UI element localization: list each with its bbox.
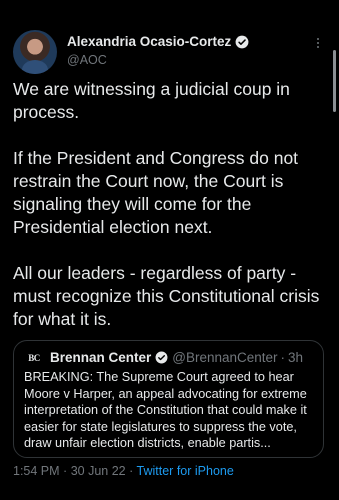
tweet-body: We are witnessing a judicial coup in pro…	[13, 78, 321, 354]
quoted-author-name: Brennan Center	[50, 350, 152, 365]
quoted-timestamp: 3h	[288, 350, 304, 365]
tweet-paragraph: If the President and Congress do not res…	[13, 148, 299, 237]
brennan-center-logo: BC	[28, 352, 40, 363]
tweet-time[interactable]: 1:54 PM	[13, 464, 60, 478]
separator-dot: ·	[280, 350, 286, 365]
tweet-date[interactable]: 30 Jun 22	[71, 464, 126, 478]
verified-badge-icon	[235, 35, 249, 48]
more-options-icon[interactable]	[317, 38, 321, 48]
tweet-paragraph: We are witnessing a judicial coup in pro…	[13, 79, 290, 122]
avatar[interactable]	[13, 30, 57, 74]
tweet-paragraph: All our leaders - regardless of party - …	[13, 263, 320, 329]
author-name[interactable]: Alexandria Ocasio-Cortez	[67, 34, 231, 49]
quoted-author-handle: @BrennanCenter	[172, 350, 278, 365]
tweet-meta: 1:54 PM · 30 Jun 22 · Twitter for iPhone	[13, 464, 234, 478]
tweet-header: Alexandria Ocasio-Cortez @AOC	[13, 30, 329, 74]
verified-badge-icon	[155, 351, 168, 364]
quoted-tweet[interactable]: BC Brennan Center @BrennanCenter · 3h BR…	[13, 340, 324, 458]
scrollbar[interactable]	[333, 50, 336, 112]
avatar-figure	[22, 60, 48, 74]
author-name-line[interactable]: Alexandria Ocasio-Cortez	[67, 34, 249, 49]
quoted-text: BREAKING: The Supreme Court agreed to he…	[24, 370, 307, 450]
author-handle[interactable]: @AOC	[67, 53, 107, 67]
quoted-header: BC Brennan Center @BrennanCenter · 3h	[24, 350, 303, 365]
separator-dot: ·	[63, 464, 68, 478]
tweet-source-link[interactable]: Twitter for iPhone	[137, 464, 234, 478]
separator-dot: ·	[129, 464, 134, 478]
